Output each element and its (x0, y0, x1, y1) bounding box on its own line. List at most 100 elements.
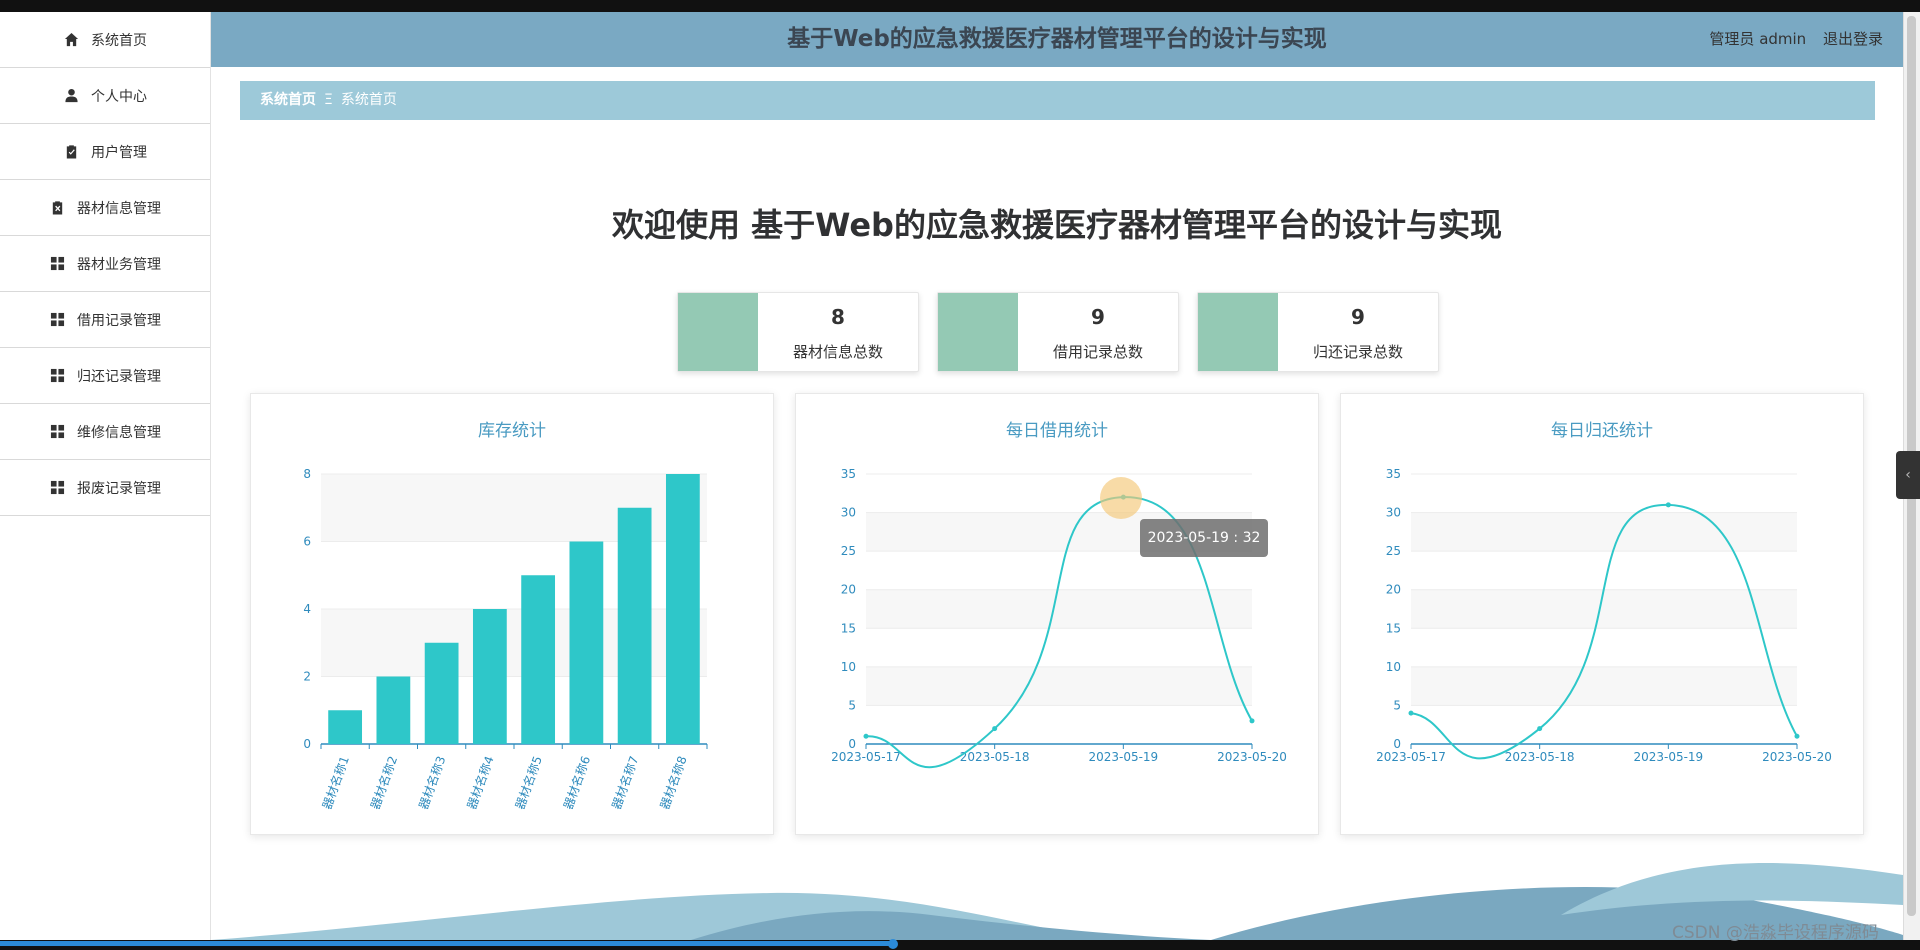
sidebar-item-equipment-business[interactable]: 器材业务管理 (0, 236, 210, 292)
y-tick-label: 6 (303, 535, 311, 549)
panel-inventory-chart: 库存统计 0 2 4 6 8 器材名称1 器材名称2 器材名称3 器材名称4 器材名称5 器材名称6… (250, 393, 774, 835)
y-tick-label: 15 (841, 621, 856, 635)
sidebar-item-users[interactable]: 用户管理 (0, 124, 210, 180)
bar (376, 676, 411, 744)
collapse-panel-button[interactable]: ‹ (1896, 451, 1920, 499)
x-tick-label: 2023-05-20 (1217, 750, 1287, 764)
data-point (863, 733, 869, 739)
x-tick-label: 器材名称6 (560, 754, 593, 811)
y-tick-label: 8 (303, 467, 311, 481)
bar (665, 474, 700, 744)
sidebar-item-home[interactable]: 系统首页 (0, 12, 210, 68)
y-tick-label: 4 (303, 602, 311, 616)
y-tick-label: 5 (1393, 698, 1401, 712)
header-user-area: 管理员 admin 退出登录 (1697, 12, 1883, 67)
watermark-text: CSDN @浩淼毕设程序源码 (1672, 923, 1879, 943)
grid-band (866, 589, 1252, 629)
chevron-left-icon: ‹ (1905, 467, 1911, 483)
panel-daily-borrow-chart: 每日借用统计 0 5 10 15 20 25 30 35 2023-05-17 2023-05-1… (795, 393, 1319, 835)
grid-band (1411, 666, 1797, 706)
clipboard-x-icon (49, 200, 65, 216)
stat-label: 归还记录总数 (1312, 343, 1403, 361)
bar (328, 710, 363, 744)
y-tick-label: 0 (1393, 737, 1401, 751)
grid-icon (49, 256, 65, 272)
y-tick-label: 25 (1386, 544, 1401, 558)
sidebar-item-label: 借用记录管理 (77, 312, 161, 329)
y-tick-label: 15 (1386, 621, 1401, 635)
grid-icon (49, 312, 65, 328)
stat-color-block (678, 293, 758, 371)
stat-value: 9 (1351, 305, 1365, 329)
bar (521, 575, 556, 744)
user-label: 管理员 admin (1709, 30, 1807, 48)
grid-band (866, 666, 1252, 706)
x-tick-label: 器材名称8 (657, 754, 690, 811)
sidebar-item-borrow-records[interactable]: 借用记录管理 (0, 292, 210, 348)
bar (569, 541, 604, 744)
sidebar-item-label: 系统首页 (91, 32, 147, 49)
daily-borrow-line-chart: 0 5 10 15 20 25 30 35 2023-05-17 2023-05-18 2023-0… (831, 467, 1287, 769)
bar (424, 642, 459, 744)
sidebar-item-repair-info[interactable]: 维修信息管理 (0, 404, 210, 460)
video-progress-bar[interactable] (0, 941, 895, 946)
x-tick-label: 2023-05-18 (960, 750, 1030, 764)
chart-tooltip: 2023-05-19 : 32 (1140, 519, 1268, 557)
x-tick-label: 2023-05-19 (1633, 750, 1703, 764)
y-tick-label: 20 (1386, 583, 1401, 597)
x-tick-label: 2023-05-20 (1762, 750, 1832, 764)
sidebar-item-label: 维修信息管理 (77, 424, 161, 441)
stat-card-equipment: 8 器材信息总数 (677, 292, 919, 372)
sidebar-item-label: 器材信息管理 (77, 200, 161, 217)
grid-band (1411, 512, 1797, 552)
sidebar: 系统首页 个人中心 用户管理 器材信息管理 器材业务管理 借用记录管理 归还记录… (0, 12, 211, 940)
x-tick-label: 器材名称7 (608, 754, 641, 811)
sidebar-item-label: 器材业务管理 (77, 256, 161, 273)
stat-value: 9 (1091, 305, 1105, 329)
top-header: 基于Web的应急救援医疗器材管理平台的设计与实现 管理员 admin 退出登录 (211, 12, 1903, 67)
sidebar-item-equipment-info[interactable]: 器材信息管理 (0, 180, 210, 236)
panel-daily-return-chart: 每日归还统计 0 5 10 15 20 25 30 35 2023-05-17 2023-05-1… (1340, 393, 1864, 835)
y-tick-label: 0 (848, 737, 856, 751)
bar (472, 609, 507, 744)
home-icon (63, 32, 79, 48)
stat-label: 借用记录总数 (1052, 343, 1143, 361)
sidebar-item-profile[interactable]: 个人中心 (0, 68, 210, 124)
sidebar-item-label: 个人中心 (91, 88, 147, 105)
grid-icon (49, 368, 65, 384)
sidebar-item-return-records[interactable]: 归还记录管理 (0, 348, 210, 404)
y-tick-label: 35 (1386, 467, 1401, 481)
breadcrumb-current: 系统首页 (340, 92, 397, 108)
grid-icon (49, 480, 65, 496)
y-tick-label: 10 (1386, 660, 1401, 674)
stat-color-block (1198, 293, 1278, 371)
video-progress-handle[interactable] (888, 939, 898, 949)
top-frame-edge (0, 0, 1920, 12)
breadcrumb-separator: Ξ (324, 92, 333, 108)
daily-return-line-chart: 0 5 10 15 20 25 30 35 2023-05-17 2023-05-18 2023-0… (1376, 467, 1832, 764)
breadcrumb-home-link[interactable]: 系统首页 (260, 92, 316, 108)
x-tick-label: 2023-05-19 (1088, 750, 1158, 764)
user-icon (63, 88, 79, 104)
logout-link[interactable]: 退出登录 (1823, 30, 1883, 48)
y-tick-label: 25 (841, 544, 856, 558)
y-tick-label: 20 (841, 583, 856, 597)
data-point (1794, 733, 1800, 739)
stat-label: 器材信息总数 (792, 343, 883, 361)
stat-card-borrow: 9 借用记录总数 (937, 292, 1179, 372)
data-point (1665, 502, 1671, 508)
y-tick-label: 0 (303, 737, 311, 751)
x-tick-label: 器材名称5 (512, 754, 545, 811)
stat-color-block (938, 293, 1018, 371)
cursor-highlight (1100, 477, 1142, 519)
breadcrumb: 系统首页 Ξ 系统首页 (240, 81, 1875, 120)
sidebar-item-label: 报废记录管理 (77, 480, 161, 497)
clipboard-check-icon (63, 144, 79, 160)
y-tick-label: 30 (1386, 506, 1401, 520)
app-title: 基于Web的应急救援医疗器材管理平台的设计与实现 (787, 26, 1327, 52)
x-tick-label: 器材名称4 (464, 754, 497, 811)
x-tick-label: 器材名称2 (367, 754, 400, 811)
sidebar-item-scrap-records[interactable]: 报废记录管理 (0, 460, 210, 516)
data-point (1408, 710, 1414, 716)
x-tick-label: 2023-05-18 (1505, 750, 1575, 764)
